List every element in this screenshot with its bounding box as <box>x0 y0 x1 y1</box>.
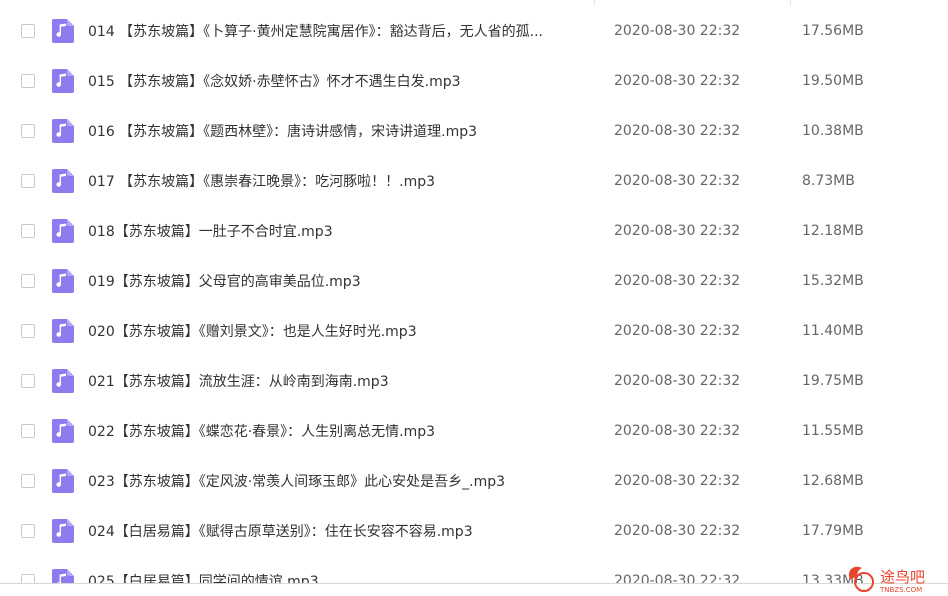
bottom-mask <box>0 584 948 596</box>
file-date: 2020-08-30 22:32 <box>614 473 741 489</box>
row-checkbox[interactable] <box>21 224 35 238</box>
file-row[interactable]: 017 【苏东坡篇】《惠崇春江晚景》：吃河豚啦！！.mp3 2020-08-30 … <box>0 156 948 206</box>
music-file-icon <box>52 19 74 43</box>
file-size: 8.73MB <box>802 173 855 189</box>
file-date: 2020-08-30 22:32 <box>614 173 741 189</box>
file-name[interactable]: 018【苏东坡篇】一肚子不合时宜.mp3 <box>88 221 588 241</box>
music-file-icon <box>52 169 74 193</box>
music-file-icon <box>52 419 74 443</box>
file-name[interactable]: 016 【苏东坡篇】《题西林壁》：唐诗讲感情，宋诗讲道理.mp3 <box>88 121 588 141</box>
file-list: 014 【苏东坡篇】《卜算子·黄州定慧院寓居作》：豁达背后，无人省的孤... 20… <box>0 0 948 596</box>
music-file-icon <box>52 369 74 393</box>
file-date: 2020-08-30 22:32 <box>614 23 741 39</box>
watermark-logo: 途鸟吧 TNBZS.COM <box>848 566 925 594</box>
file-size: 19.75MB <box>802 373 864 389</box>
row-checkbox[interactable] <box>21 324 35 338</box>
file-row[interactable]: 020【苏东坡篇】《赠刘景文》：也是人生好时光.mp3 2020-08-30 22… <box>0 306 948 356</box>
file-size: 10.38MB <box>802 123 864 139</box>
file-date: 2020-08-30 22:32 <box>614 423 741 439</box>
file-size: 12.68MB <box>802 473 864 489</box>
file-row[interactable]: 019【苏东坡篇】父母官的高审美品位.mp3 2020-08-30 22:32 15… <box>0 256 948 306</box>
music-file-icon <box>52 219 74 243</box>
file-name[interactable]: 019【苏东坡篇】父母官的高审美品位.mp3 <box>88 271 588 291</box>
row-checkbox[interactable] <box>21 174 35 188</box>
row-checkbox[interactable] <box>21 74 35 88</box>
file-date: 2020-08-30 22:32 <box>614 323 741 339</box>
file-size: 11.40MB <box>802 323 864 339</box>
row-checkbox[interactable] <box>21 524 35 538</box>
row-checkbox[interactable] <box>21 474 35 488</box>
row-checkbox[interactable] <box>21 274 35 288</box>
file-row[interactable]: 016 【苏东坡篇】《题西林壁》：唐诗讲感情，宋诗讲道理.mp3 2020-08-… <box>0 106 948 156</box>
watermark-text: 途鸟吧 <box>880 568 925 586</box>
file-row[interactable]: 014 【苏东坡篇】《卜算子·黄州定慧院寓居作》：豁达背后，无人省的孤... 20… <box>0 6 948 56</box>
file-size: 11.55MB <box>802 423 864 439</box>
file-size: 17.56MB <box>802 23 864 39</box>
file-name[interactable]: 021【苏东坡篇】流放生涯：从岭南到海南.mp3 <box>88 371 588 391</box>
file-row[interactable]: 024【白居易篇】《赋得古原草送别》：住在长安容不容易.mp3 2020-08-3… <box>0 506 948 556</box>
file-row[interactable]: 015 【苏东坡篇】《念奴娇·赤壁怀古》怀才不遇生白发.mp3 2020-08-3… <box>0 56 948 106</box>
file-date: 2020-08-30 22:32 <box>614 373 741 389</box>
row-checkbox[interactable] <box>21 24 35 38</box>
file-name[interactable]: 020【苏东坡篇】《赠刘景文》：也是人生好时光.mp3 <box>88 321 588 341</box>
file-size: 12.18MB <box>802 223 864 239</box>
file-row[interactable]: 022【苏东坡篇】《蝶恋花·春景》：人生别离总无情.mp3 2020-08-30 … <box>0 406 948 456</box>
row-checkbox[interactable] <box>21 424 35 438</box>
row-checkbox[interactable] <box>21 374 35 388</box>
music-file-icon <box>52 269 74 293</box>
file-name[interactable]: 024【白居易篇】《赋得古原草送别》：住在长安容不容易.mp3 <box>88 521 588 541</box>
file-name[interactable]: 017 【苏东坡篇】《惠崇春江晚景》：吃河豚啦！！.mp3 <box>88 171 588 191</box>
file-size: 15.32MB <box>802 273 864 289</box>
watermark-subtext: TNBZS.COM <box>879 586 922 594</box>
file-date: 2020-08-30 22:32 <box>614 273 741 289</box>
file-date: 2020-08-30 22:32 <box>614 123 741 139</box>
music-file-icon <box>52 69 74 93</box>
file-name[interactable]: 023【苏东坡篇】《定风波·常羡人间琢玉郎》此心安处是吾乡_.mp3 <box>88 471 588 491</box>
file-name[interactable]: 014 【苏东坡篇】《卜算子·黄州定慧院寓居作》：豁达背后，无人省的孤... <box>88 21 588 41</box>
music-file-icon <box>52 519 74 543</box>
music-file-icon <box>52 469 74 493</box>
row-checkbox[interactable] <box>21 124 35 138</box>
file-name[interactable]: 022【苏东坡篇】《蝶恋花·春景》：人生别离总无情.mp3 <box>88 421 588 441</box>
file-date: 2020-08-30 22:32 <box>614 223 741 239</box>
file-date: 2020-08-30 22:32 <box>614 73 741 89</box>
file-row[interactable]: 021【苏东坡篇】流放生涯：从岭南到海南.mp3 2020-08-30 22:32… <box>0 356 948 406</box>
music-file-icon <box>52 319 74 343</box>
file-size: 19.50MB <box>802 73 864 89</box>
file-row[interactable]: 023【苏东坡篇】《定风波·常羡人间琢玉郎》此心安处是吾乡_.mp3 2020-0… <box>0 456 948 506</box>
file-row[interactable]: 018【苏东坡篇】一肚子不合时宜.mp3 2020-08-30 22:32 12.1… <box>0 206 948 256</box>
file-date: 2020-08-30 22:32 <box>614 523 741 539</box>
music-file-icon <box>52 119 74 143</box>
file-size: 17.79MB <box>802 523 864 539</box>
file-name[interactable]: 015 【苏东坡篇】《念奴娇·赤壁怀古》怀才不遇生白发.mp3 <box>88 71 588 91</box>
